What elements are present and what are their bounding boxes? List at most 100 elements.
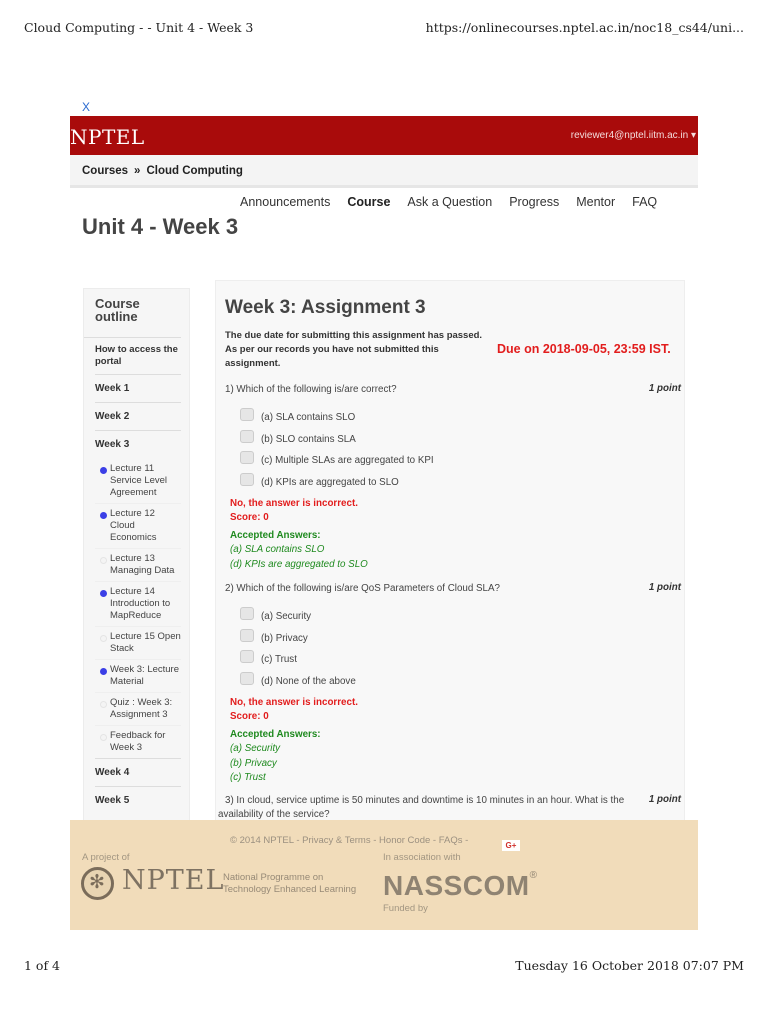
- question-2: 2) Which of the following is/are QoS Par…: [225, 582, 683, 786]
- assignment-panel: Week 3: Assignment 3 The due date for su…: [215, 280, 685, 820]
- submission-notice: The due date for submitting this assignm…: [225, 330, 483, 369]
- completed-status-icon: [100, 668, 107, 675]
- unit-lecture-material[interactable]: Week 3: Lecture Material: [95, 660, 181, 693]
- incorrect-message: No, the answer is incorrect.: [230, 697, 358, 708]
- option: (d) None of the above: [225, 671, 683, 693]
- option: (b) SLO contains SLA: [225, 429, 683, 451]
- assignment-title: Week 3: Assignment 3: [225, 297, 426, 318]
- due-date: Due on 2018-09-05, 23:59 IST.: [497, 342, 671, 356]
- breadcrumb-cloud-computing[interactable]: Cloud Computing: [146, 165, 242, 177]
- unit-lecture-11[interactable]: Lecture 11 Service Level Agreement: [95, 459, 181, 504]
- nav-faq[interactable]: FAQ: [632, 195, 657, 209]
- completed-status-icon: [100, 512, 107, 519]
- question-text: 2) Which of the following is/are QoS Par…: [225, 583, 500, 594]
- unit-lecture-13[interactable]: Lecture 13 Managing Data: [95, 549, 181, 582]
- accepted-answer: (b) Privacy: [230, 757, 277, 769]
- sidebar-item-week-3[interactable]: Week 3: [95, 431, 181, 459]
- week-3-units: Lecture 11 Service Level Agreement Lectu…: [95, 459, 181, 759]
- footer-links: © 2014 NPTEL - Privacy & Terms - Honor C…: [230, 835, 469, 846]
- page-title: Unit 4 - Week 3: [82, 214, 239, 239]
- incorrect-message: No, the answer is incorrect.: [230, 498, 358, 509]
- nav-ask-a-question[interactable]: Ask a Question: [407, 195, 492, 209]
- course-outline-title: Course outline: [84, 289, 181, 338]
- print-header: Cloud Computing - - Unit 4 - Week 3 http…: [24, 20, 744, 40]
- print-page-title: Cloud Computing - - Unit 4 - Week 3: [24, 20, 254, 35]
- footer-copyright: © 2014 NPTEL: [230, 835, 294, 846]
- question-points: 1 point: [648, 794, 681, 805]
- print-timestamp: Tuesday 16 October 2018 07:07 PM: [515, 958, 744, 973]
- footer-honor-code-link[interactable]: Honor Code: [379, 835, 430, 846]
- option-checkbox[interactable]: [240, 607, 254, 620]
- breadcrumb-separator: »: [134, 165, 141, 177]
- option-checkbox[interactable]: [240, 429, 254, 443]
- sidebar-item-how-to-access[interactable]: How to access the portal: [95, 338, 181, 375]
- nav-mentor[interactable]: Mentor: [576, 195, 615, 209]
- association-label: In association with: [383, 852, 461, 863]
- accepted-answer: (a) Security: [230, 743, 281, 754]
- breadcrumb-courses[interactable]: Courses: [82, 165, 128, 177]
- question-1: 1) Which of the following is/are correct…: [225, 383, 683, 572]
- pending-status-icon: [100, 734, 107, 741]
- answer-feedback: No, the answer is incorrect. Score: 0 Ac…: [225, 696, 683, 786]
- score: Score: 0: [230, 512, 269, 523]
- unit-feedback-week-3[interactable]: Feedback for Week 3: [95, 726, 181, 758]
- nav-announcements[interactable]: Announcements: [240, 195, 330, 209]
- print-url: https://onlinecourses.nptel.ac.in/noc18_…: [425, 20, 744, 35]
- print-page-count: 1 of 4: [24, 958, 61, 973]
- option-checkbox[interactable]: [240, 650, 254, 663]
- top-bar: NPTEL reviewer4@nptel.iitm.ac.in ▾: [70, 116, 698, 155]
- option-checkbox[interactable]: [240, 451, 254, 464]
- option: (a) Security: [225, 606, 683, 628]
- footer-faqs-link[interactable]: FAQs: [439, 835, 463, 846]
- nasscom-logo[interactable]: NASSCOM®: [383, 870, 538, 902]
- option: (b) Privacy: [225, 628, 683, 650]
- score: Score: 0: [230, 711, 269, 722]
- accepted-answer: (a) SLA contains SLO: [230, 544, 325, 555]
- accepted-answer: (d) KPIs are aggregated to SLO: [230, 558, 368, 570]
- option-checkbox[interactable]: [240, 408, 254, 421]
- accepted-answer: (c) Trust: [230, 772, 266, 783]
- unit-lecture-14[interactable]: Lecture 14 Introduction to MapReduce: [95, 582, 181, 627]
- print-footer: 1 of 4 Tuesday 16 October 2018 07:07 PM: [24, 958, 744, 978]
- course-nav: Announcements Course Ask a Question Prog…: [240, 195, 674, 209]
- google-plus-icon[interactable]: G+: [502, 840, 520, 851]
- unit-lecture-15[interactable]: Lecture 15 Open Stack: [95, 627, 181, 660]
- option: (d) KPIs are aggregated to SLO: [225, 472, 683, 494]
- pending-status-icon: [100, 557, 107, 564]
- sidebar-item-week-1[interactable]: Week 1: [95, 375, 181, 403]
- nptel-emblem-icon: [81, 867, 114, 900]
- completed-status-icon: [100, 590, 107, 597]
- option: (a) SLA contains SLO: [225, 407, 683, 429]
- sidebar-item-week-4[interactable]: Week 4: [95, 759, 181, 787]
- pending-status-icon: [100, 701, 107, 708]
- nptel-full-name: National Programme on Technology Enhance…: [223, 872, 357, 895]
- sidebar-item-week-5[interactable]: Week 5: [95, 787, 181, 815]
- close-button[interactable]: X: [82, 100, 90, 114]
- option-checkbox[interactable]: [240, 628, 254, 642]
- question-points: 1 point: [648, 383, 681, 394]
- project-of-label: A project of: [82, 852, 130, 863]
- question-3: 3) In cloud, service uptime is 50 minute…: [218, 794, 683, 822]
- user-menu[interactable]: reviewer4@nptel.iitm.ac.in ▾: [571, 130, 696, 141]
- course-outline-sidebar: Course outline How to access the portal …: [83, 288, 190, 820]
- option: (c) Trust: [225, 649, 683, 671]
- nptel-logo[interactable]: NPTEL: [70, 125, 145, 149]
- question-points: 1 point: [648, 582, 681, 593]
- accepted-answers-label: Accepted Answers:: [230, 530, 321, 541]
- nav-progress[interactable]: Progress: [509, 195, 559, 209]
- unit-lecture-12[interactable]: Lecture 12 Cloud Economics: [95, 504, 181, 549]
- option: (c) Multiple SLAs are aggregated to KPI: [225, 450, 683, 472]
- funded-by-label: Funded by: [383, 903, 428, 914]
- nav-course[interactable]: Course: [347, 195, 390, 209]
- option-checkbox[interactable]: [240, 472, 254, 486]
- footer-privacy-link[interactable]: Privacy & Terms: [302, 835, 370, 846]
- nptel-footer-logo[interactable]: NPTEL: [122, 865, 224, 896]
- unit-quiz-assignment-3[interactable]: Quiz : Week 3: Assignment 3: [95, 693, 181, 726]
- accepted-answers-label: Accepted Answers:: [230, 729, 321, 740]
- completed-status-icon: [100, 467, 107, 474]
- breadcrumb: Courses » Cloud Computing: [70, 155, 698, 188]
- option-checkbox[interactable]: [240, 671, 254, 685]
- question-text: 3) In cloud, service uptime is 50 minute…: [218, 795, 625, 820]
- sidebar-item-week-2[interactable]: Week 2: [95, 403, 181, 431]
- answer-feedback: No, the answer is incorrect. Score: 0 Ac…: [225, 497, 683, 572]
